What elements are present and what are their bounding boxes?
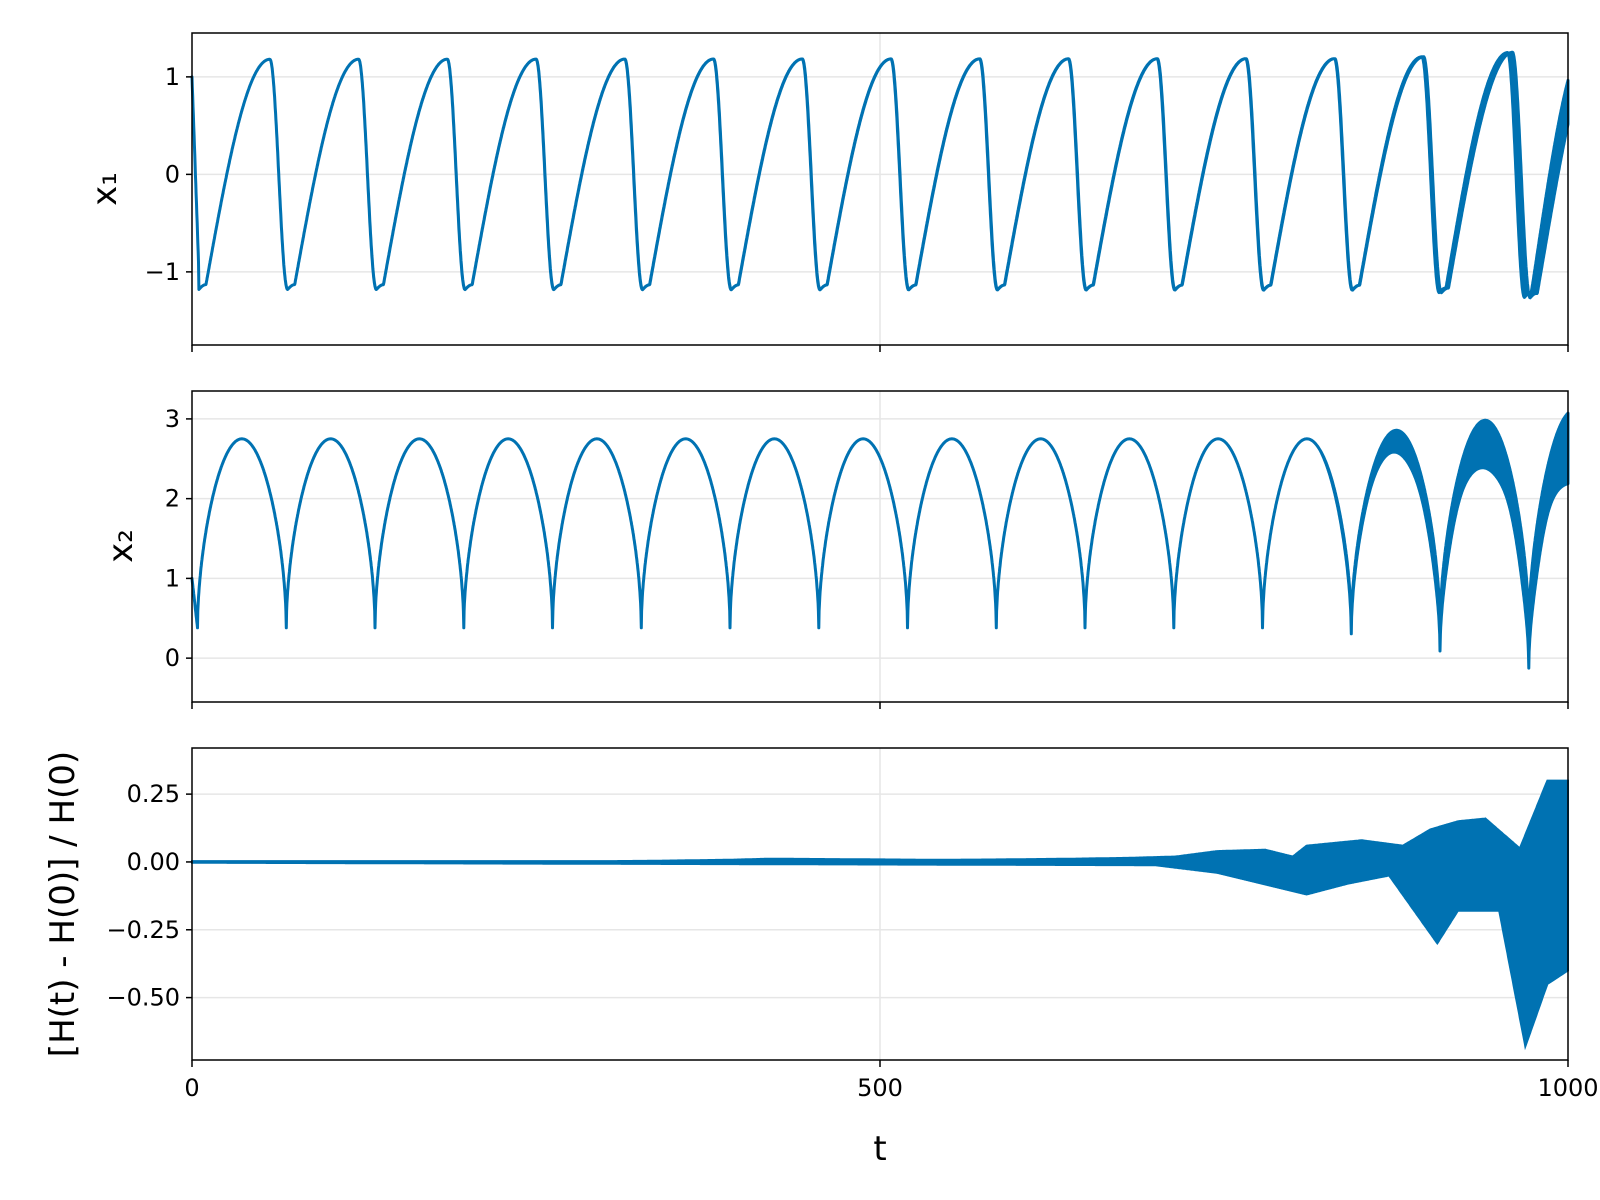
x-tick-label: 0 bbox=[184, 1074, 199, 1102]
panel-x2: 3 2 1 0 x₂ bbox=[101, 390, 1570, 709]
grid-x2 bbox=[192, 391, 1568, 702]
grid-energy bbox=[192, 748, 1568, 1060]
xlabel-t: t bbox=[873, 1129, 886, 1169]
y-tick-label: 1 bbox=[165, 564, 180, 592]
panel-x1: 1 0 −1 x₁ bbox=[85, 32, 1570, 352]
ylabel-x2: x₂ bbox=[101, 529, 141, 563]
panel-energy: 0.25 0.00 −0.25 −0.50 0 500 1000 [H(t) - H(0)]… bbox=[43, 747, 1599, 1169]
y-tick-label: 0.00 bbox=[127, 848, 180, 876]
ticks-x1: 1 0 −1 bbox=[145, 63, 1569, 352]
y-tick-label: 1 bbox=[165, 63, 180, 91]
y-tick-label: −0.50 bbox=[106, 984, 180, 1012]
y-tick-label: −1 bbox=[145, 258, 180, 286]
ylabel-x1: x₁ bbox=[85, 172, 125, 206]
y-tick-label: 0 bbox=[165, 160, 180, 188]
ylabel-energy: [H(t) - H(0)] / H(0) bbox=[43, 751, 83, 1057]
figure: 1 0 −1 x₁ 3 2 1 0 x₂ 0.25 0.00 −0.25 −0.50 0 500 10… bbox=[43, 32, 1599, 1169]
x-tick-label: 1000 bbox=[1537, 1074, 1598, 1102]
grid-x1 bbox=[192, 33, 1568, 345]
y-tick-label: 0 bbox=[165, 644, 180, 672]
ticks-energy: 0.25 0.00 −0.25 −0.50 0 500 1000 bbox=[106, 780, 1598, 1102]
y-tick-label: 2 bbox=[165, 485, 180, 513]
x-tick-label: 500 bbox=[857, 1074, 903, 1102]
y-tick-label: −0.25 bbox=[106, 916, 180, 944]
y-tick-label: 3 bbox=[165, 405, 180, 433]
y-tick-label: 0.25 bbox=[127, 780, 180, 808]
